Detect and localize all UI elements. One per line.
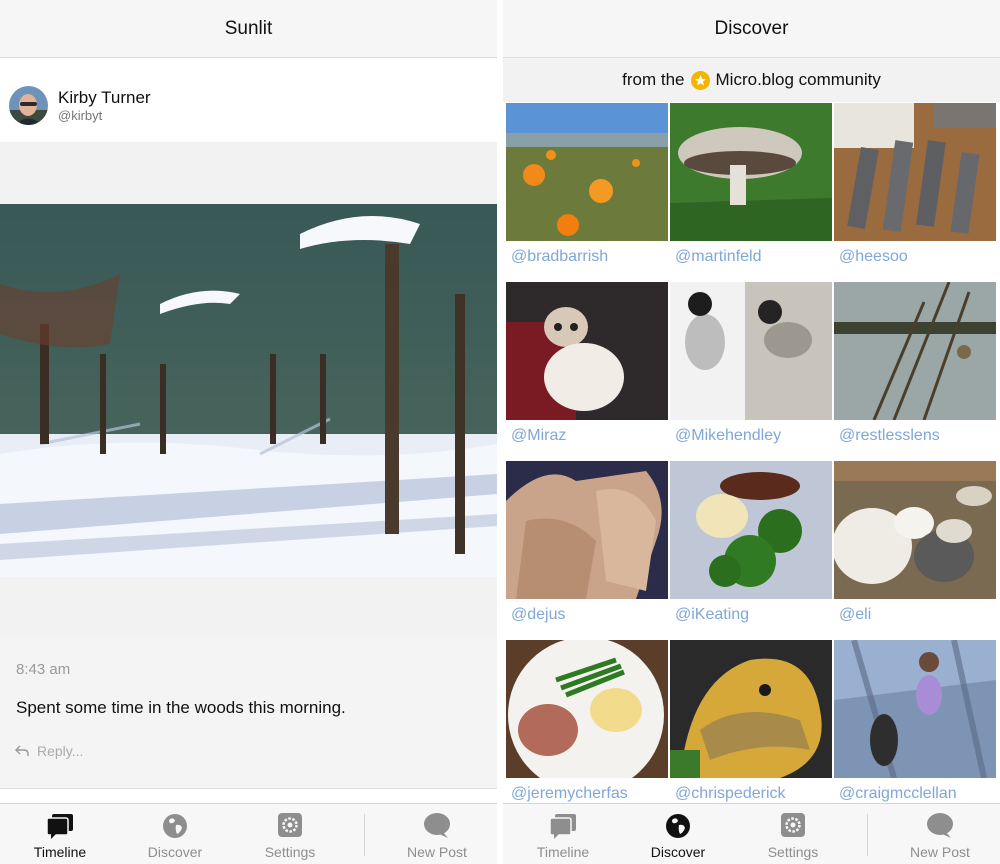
discover-screen: Discover from the Micro.blog community @…	[503, 0, 1000, 864]
grid-item[interactable]: @Mikehendley	[667, 281, 832, 460]
nav-bar: Sunlit	[0, 0, 497, 58]
chat-bubbles-icon	[549, 814, 576, 839]
globe-icon	[163, 814, 187, 838]
tab-settings-label: Settings	[264, 844, 316, 860]
post-media	[0, 142, 497, 639]
reply-icon	[15, 745, 29, 756]
tab-timeline-label: Timeline	[33, 844, 87, 860]
tab-discover[interactable]: Discover	[628, 804, 728, 864]
username-link[interactable]: @jeremycherfas	[511, 785, 628, 803]
photo-thumbnail[interactable]	[506, 103, 668, 241]
tab-timeline[interactable]: Timeline	[10, 804, 110, 864]
grid-item[interactable]: @martinfeld	[667, 102, 832, 281]
chat-bubbles-icon	[46, 814, 73, 839]
nav-bar: Discover	[503, 0, 1000, 58]
grid-item[interactable]: @jeremycherfas	[503, 639, 668, 804]
tab-new-post[interactable]: New Post	[387, 804, 487, 864]
tab-discover-label: Discover	[147, 844, 203, 860]
username-link[interactable]: @Mikehendley	[675, 427, 781, 445]
photo-thumbnail[interactable]	[670, 103, 832, 241]
discover-grid: @bradbarrish @martinfeld @heesoo @Miraz	[503, 102, 1000, 804]
tab-new-post[interactable]: New Post	[890, 804, 990, 864]
photo-thumbnail[interactable]	[506, 461, 668, 599]
post-timestamp[interactable]: 8:43 am	[16, 661, 70, 678]
photo-thumbnail[interactable]	[670, 640, 832, 778]
star-icon	[690, 70, 710, 90]
grid-item[interactable]: @iKeating	[667, 460, 832, 639]
tab-settings[interactable]: Settings	[240, 804, 340, 864]
globe-icon	[666, 814, 690, 838]
author-name[interactable]: Kirby Turner	[58, 88, 151, 108]
speech-bubble-icon	[927, 813, 953, 838]
timeline-screen: Sunlit Kirby Turner @kirbyt 8:43 am Spen…	[0, 0, 497, 864]
reply-button[interactable]: Reply...	[15, 743, 83, 759]
photo-thumbnail[interactable]	[834, 103, 996, 241]
author-handle: @kirbyt	[58, 108, 103, 123]
speech-bubble-icon	[424, 813, 450, 838]
post-photo[interactable]	[0, 204, 497, 577]
tab-discover-label: Discover	[650, 844, 706, 860]
username-link[interactable]: @chrispederick	[675, 785, 786, 803]
post-text: Spent some time in the woods this mornin…	[16, 698, 346, 717]
banner-prefix: from the	[622, 70, 685, 89]
nav-title: Discover	[714, 17, 789, 39]
username-link[interactable]: @bradbarrish	[511, 248, 608, 266]
photo-thumbnail[interactable]	[834, 461, 996, 599]
tab-bar: Timeline Discover Settings New Post	[503, 803, 1000, 864]
photo-thumbnail[interactable]	[670, 282, 832, 420]
username-link[interactable]: @craigmcclellan	[839, 785, 957, 803]
grid-item[interactable]: @restlesslens	[831, 281, 996, 460]
grid-item[interactable]: @eli	[831, 460, 996, 639]
grid-item[interactable]: @chrispederick	[667, 639, 832, 804]
tab-settings[interactable]: Settings	[743, 804, 843, 864]
avatar[interactable]	[9, 86, 48, 125]
nav-title: Sunlit	[224, 17, 273, 39]
post-author[interactable]: Kirby Turner @kirbyt	[0, 58, 497, 142]
photo-thumbnail[interactable]	[670, 461, 832, 599]
tab-divider	[364, 814, 365, 856]
tab-divider	[867, 814, 868, 856]
tab-timeline[interactable]: Timeline	[513, 804, 613, 864]
tab-discover[interactable]: Discover	[125, 804, 225, 864]
photo-thumbnail[interactable]	[834, 282, 996, 420]
grid-item[interactable]: @bradbarrish	[503, 102, 668, 281]
photo-thumbnail[interactable]	[506, 282, 668, 420]
post-body: 8:43 am Spent some time in the woods thi…	[0, 639, 497, 789]
gear-icon	[278, 813, 302, 837]
grid-item[interactable]: @heesoo	[831, 102, 996, 281]
username-link[interactable]: @martinfeld	[675, 248, 762, 266]
username-link[interactable]: @iKeating	[675, 606, 749, 624]
grid-item[interactable]: @craigmcclellan	[831, 639, 996, 804]
community-banner: from the Micro.blog community	[503, 58, 1000, 102]
tab-new-post-label: New Post	[407, 844, 467, 860]
tab-timeline-label: Timeline	[536, 844, 590, 860]
username-link[interactable]: @dejus	[511, 606, 566, 624]
username-link[interactable]: @Miraz	[511, 427, 566, 445]
banner-suffix: Micro.blog community	[715, 70, 881, 89]
tab-new-post-label: New Post	[910, 844, 970, 860]
reply-label: Reply...	[37, 743, 84, 759]
photo-thumbnail[interactable]	[834, 640, 996, 778]
grid-item[interactable]: @Miraz	[503, 281, 668, 460]
username-link[interactable]: @heesoo	[839, 248, 908, 266]
photo-thumbnail[interactable]	[506, 640, 668, 778]
gear-icon	[781, 813, 805, 837]
grid-item[interactable]: @dejus	[503, 460, 668, 639]
username-link[interactable]: @restlesslens	[839, 427, 940, 445]
username-link[interactable]: @eli	[839, 606, 871, 624]
tab-settings-label: Settings	[767, 844, 819, 860]
tab-bar: Timeline Discover Settings New Post	[0, 803, 497, 864]
